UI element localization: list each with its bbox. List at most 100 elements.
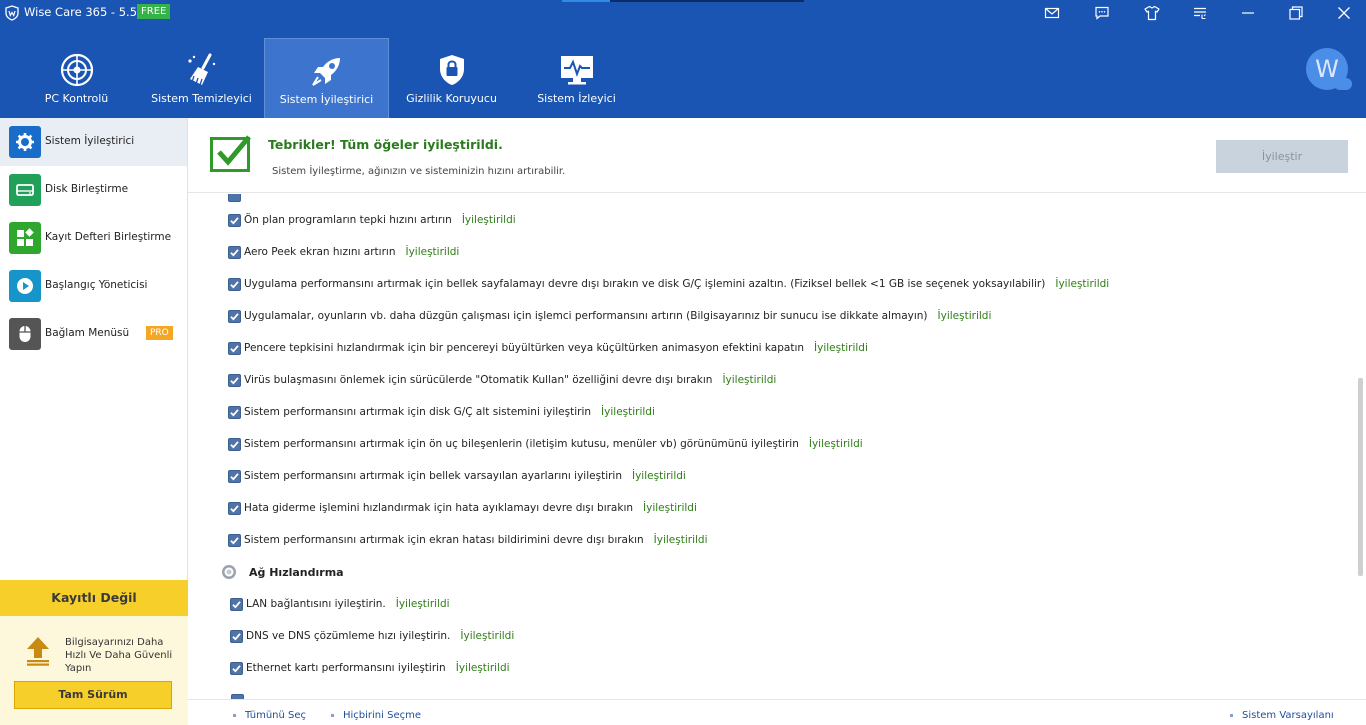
select-all-link[interactable]: Tümünü Seç <box>245 710 306 721</box>
checkbox[interactable] <box>228 533 241 547</box>
select-none-link[interactable]: Hiçbirini Seçme <box>343 710 421 721</box>
checkbox[interactable] <box>228 213 241 227</box>
app-title: Wise Care 365 - 5.5.8 <box>24 5 148 19</box>
checkbox[interactable] <box>230 597 243 611</box>
avatar-decoration <box>1334 78 1352 90</box>
rocket-icon <box>311 58 340 86</box>
sidebar-item-disk-birlestirme[interactable]: Disk Birleştirme <box>0 166 187 214</box>
item-text: Virüs bulaşmasını önlemek için sürücüler… <box>244 374 713 386</box>
menu-button[interactable] <box>1189 4 1211 22</box>
sidebar-item-label: Bağlam Menüsü <box>45 327 130 339</box>
chat-button[interactable] <box>1091 4 1113 22</box>
optimize-button[interactable]: İyileştir <box>1216 140 1348 173</box>
tab-gizlilik-koruyucu[interactable]: Gizlilik Koruyucu <box>389 38 514 118</box>
radar-icon <box>60 53 93 87</box>
list-item[interactable]: Ön plan programların tepki hızını artırı… <box>228 211 516 229</box>
sidebar-item-label: Başlangıç Yöneticisi <box>45 279 148 291</box>
checkbox[interactable] <box>228 245 241 259</box>
checkbox[interactable] <box>228 373 241 387</box>
sidebar: Sistem İyileştirici Disk Birleştirme Kay… <box>0 118 188 725</box>
close-button[interactable] <box>1333 4 1355 22</box>
network-section-header[interactable]: Ağ Hızlandırma <box>221 563 344 581</box>
app-window: Wise Care 365 - 5.5.8 FREE PC Kontrolü S… <box>0 0 1366 725</box>
header: Wise Care 365 - 5.5.8 FREE PC Kontrolü S… <box>0 0 1366 118</box>
list-item[interactable]: Ethernet kartı performansını iyileştirin… <box>230 659 510 677</box>
checkbox[interactable] <box>230 661 243 675</box>
tab-pc-kontrolu[interactable]: PC Kontrolü <box>14 38 139 118</box>
message-subtitle: Sistem İyileştirme, ağınızın ve sistemin… <box>272 166 566 177</box>
tab-sistem-iyilestirici[interactable]: Sistem İyileştirici <box>264 38 389 118</box>
item-text: DNS ve DNS çözümleme hızı iyileştirin. <box>246 630 451 642</box>
mail-button[interactable] <box>1041 4 1063 22</box>
scrollbar-thumb[interactable] <box>1358 378 1363 576</box>
sidebar-icon-box <box>9 174 41 206</box>
list-item[interactable]: LAN bağlantısını iyileştirin. İyileştiril… <box>230 595 450 613</box>
list-item[interactable]: Sistem performansını artırmak için disk … <box>228 403 655 421</box>
sidebar-item-label: Sistem İyileştirici <box>45 135 135 147</box>
minimize-button[interactable] <box>1237 4 1259 22</box>
checkbox[interactable] <box>228 501 241 515</box>
checkmark-icon <box>232 664 241 673</box>
item-status: İyileştirildi <box>1055 278 1110 290</box>
checkbox[interactable] <box>230 629 243 643</box>
unregistered-title: Kayıtlı Değil <box>0 580 188 616</box>
checkmark-icon <box>230 440 239 449</box>
sidebar-icon-box <box>9 222 41 254</box>
pro-badge: PRO <box>146 326 173 340</box>
checkbox[interactable] <box>228 309 241 323</box>
item-text: Pencere tepkisini hızlandırmak için bir … <box>244 342 805 354</box>
skin-button[interactable] <box>1141 4 1163 22</box>
unregistered-panel: Kayıtlı Değil Bilgisayarınızı Daha Hızlı… <box>0 580 188 725</box>
tab-label: PC Kontrolü <box>44 92 109 105</box>
globe-icon <box>222 565 236 579</box>
sidebar-item-baglam-menusu[interactable]: Bağlam Menüsü PRO <box>0 310 187 358</box>
sidebar-item-label: Disk Birleştirme <box>45 183 129 195</box>
checkbox[interactable] <box>228 277 241 291</box>
item-text: Sistem performansını artırmak için belle… <box>244 470 622 482</box>
list-item[interactable]: Aero Peek ekran hızını artırın İyileştiri… <box>228 243 459 261</box>
network-section-title: Ağ Hızlandırma <box>249 565 344 579</box>
chat-icon <box>1095 6 1109 20</box>
sidebar-item-baslangic-yoneticisi[interactable]: Başlangıç Yöneticisi <box>0 262 187 310</box>
bullet-dot <box>1230 714 1233 717</box>
restore-button[interactable] <box>1285 4 1307 22</box>
checkbox[interactable] <box>228 469 241 483</box>
item-status: İyileştirildi <box>643 502 697 514</box>
list-item[interactable]: Sistem performansını artırmak için ekran… <box>228 531 708 549</box>
tab-sistem-temizleyici[interactable]: Sistem Temizleyici <box>139 38 264 118</box>
checkbox[interactable] <box>228 341 241 355</box>
sidebar-item-sistem-iyilestirici[interactable]: Sistem İyileştirici <box>0 118 187 166</box>
list-item[interactable]: Uygulamalar, oyunların vb. daha düzgün ç… <box>228 307 991 325</box>
system-defaults-link[interactable]: Sistem Varsayılanı <box>1242 710 1334 721</box>
list-item[interactable]: Uygulama performansını artırmak için bel… <box>228 275 1109 293</box>
list-item-partial <box>228 194 241 204</box>
checkmark-icon <box>230 504 239 513</box>
sidebar-item-kayit-defteri[interactable]: Kayıt Defteri Birleştirme <box>0 214 187 262</box>
monitor-icon <box>560 56 593 85</box>
list-item[interactable]: DNS ve DNS çözümleme hızı iyileştirin. İy… <box>230 627 514 645</box>
checkmark-icon <box>230 248 239 257</box>
checkbox[interactable] <box>228 194 241 202</box>
main-panel: Tebrikler! Tüm öğeler iyileştirildi. Sis… <box>188 118 1366 725</box>
tab-sistem-izleyici[interactable]: Sistem İzleyici <box>514 38 639 118</box>
list-item[interactable]: Sistem performansını artırmak için belle… <box>228 467 686 485</box>
full-version-button[interactable]: Tam Sürüm <box>14 681 172 709</box>
restore-icon <box>1289 6 1303 20</box>
checkbox[interactable] <box>228 437 241 451</box>
checkmark-icon <box>230 312 239 321</box>
status-message-bar: Tebrikler! Tüm öğeler iyileştirildi. Sis… <box>188 118 1366 193</box>
list-item[interactable]: Sistem performansını artırmak için ön uç… <box>228 435 863 453</box>
checkmark-icon <box>230 344 239 353</box>
list-item[interactable]: Virüs bulaşmasını önlemek için sürücüler… <box>228 371 776 389</box>
shield-logo-icon <box>5 5 19 21</box>
list-item[interactable]: Pencere tepkisini hızlandırmak için bir … <box>228 339 868 357</box>
item-text: Sistem performansını artırmak için ön uç… <box>244 438 799 450</box>
item-text: Hata giderme işlemini hızlandırmak için … <box>244 502 634 514</box>
item-status: İyileştirildi <box>722 374 777 386</box>
tab-label: Sistem İyileştirici <box>279 93 374 106</box>
item-text: Uygulama performansını artırmak için bel… <box>244 278 1046 290</box>
sidebar-item-label: Kayıt Defteri Birleştirme <box>45 231 172 243</box>
checkbox[interactable] <box>228 405 241 419</box>
list-item[interactable]: Hata giderme işlemini hızlandırmak için … <box>228 499 697 517</box>
success-check-icon <box>210 135 251 172</box>
